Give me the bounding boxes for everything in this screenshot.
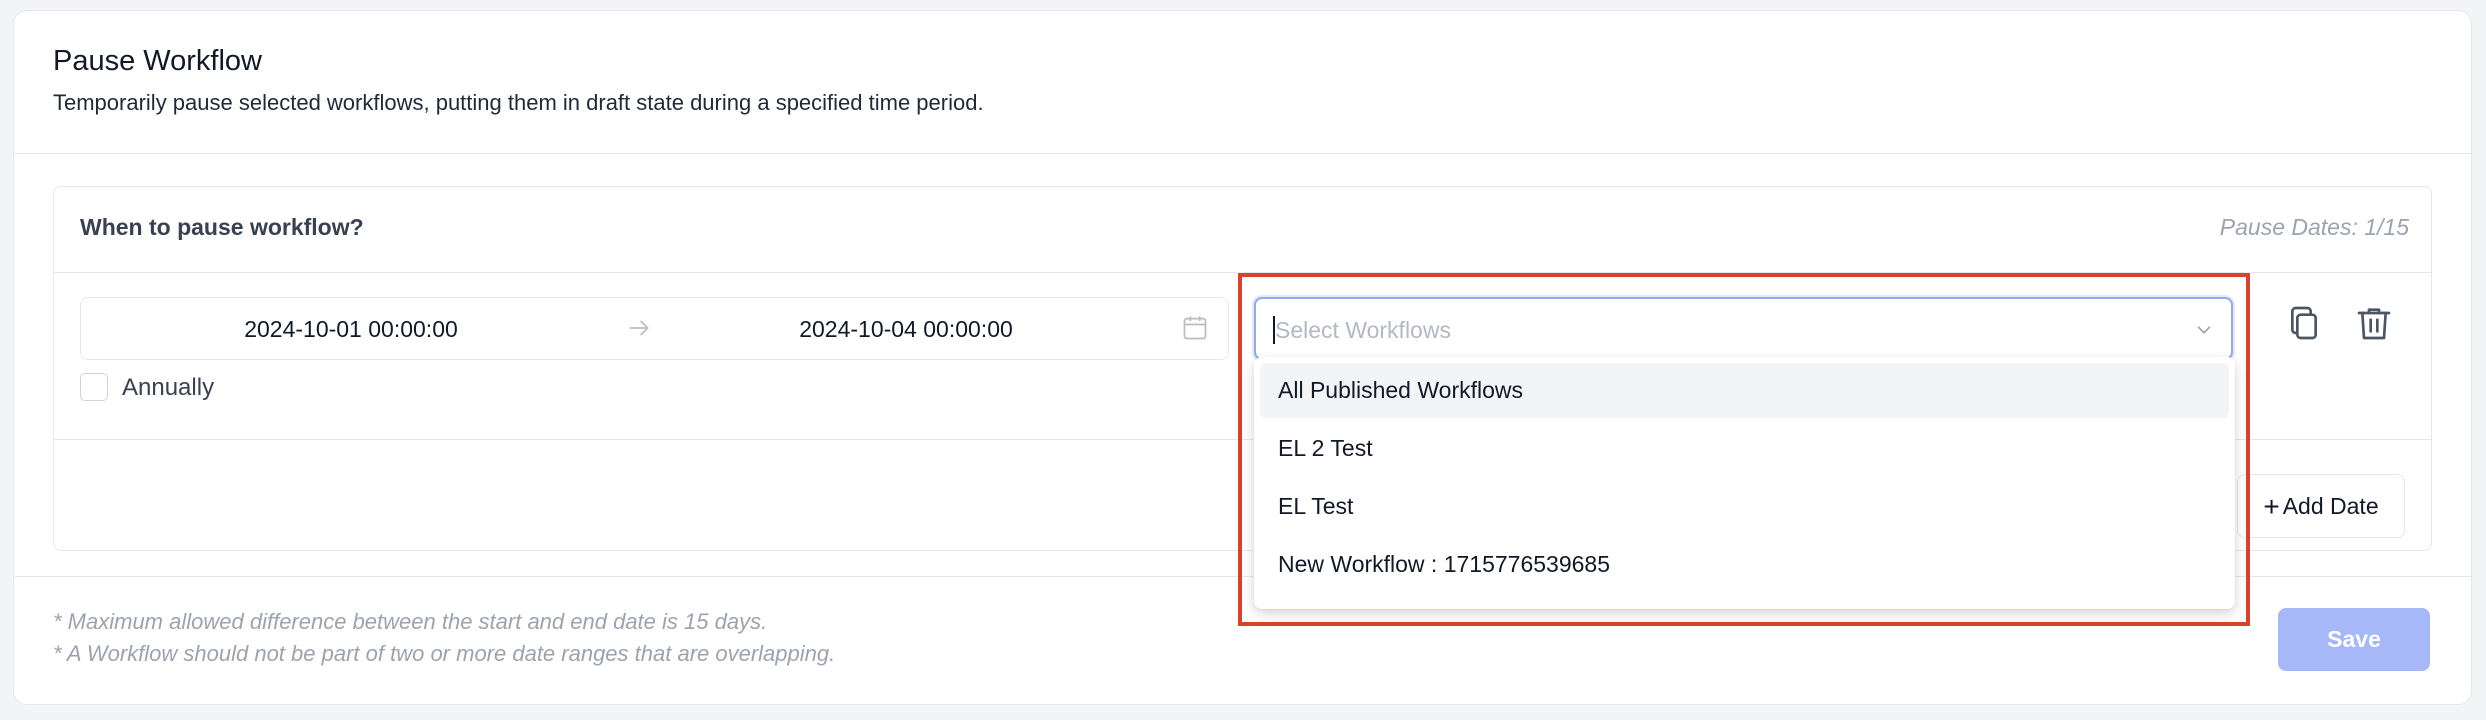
workflow-select-placeholder: Select Workflows [1275,317,1451,343]
annually-label: Annually [122,374,215,401]
workflow-option-all-published[interactable]: All Published Workflows [1260,363,2229,418]
calendar-icon [1183,316,1207,340]
section-title: When to pause workflow? [80,214,364,240]
note-no-overlap: * A Workflow should not be part of two o… [53,641,836,666]
workflow-option-el-2-test[interactable]: EL 2 Test [1260,421,2229,476]
trash-icon[interactable] [2354,303,2394,343]
annually-checkbox[interactable] [80,373,108,401]
plus-icon: + [2263,491,2280,522]
pause-dates-count: Pause Dates: 1/15 [2219,214,2409,240]
workflow-select[interactable]: Select Workflows [1254,297,2233,360]
start-date[interactable]: 2024-10-01 00:00:00 [81,316,621,343]
workflow-dropdown-menu: All Published Workflows EL 2 Test EL Tes… [1254,357,2235,609]
end-date[interactable]: 2024-10-04 00:00:00 [651,316,1161,343]
chevron-down-icon[interactable] [2193,319,2215,341]
date-range-picker[interactable]: 2024-10-01 00:00:00 2024-10-04 00:00:00 [80,297,1229,360]
note-max-difference: * Maximum allowed difference between the… [53,609,768,634]
page-title: Pause Workflow [53,45,262,77]
workflow-option-el-test[interactable]: EL Test [1260,479,2229,534]
page-subtitle: Temporarily pause selected workflows, pu… [53,90,984,115]
add-date-button[interactable]: + Add Date [2237,474,2405,538]
copy-icon[interactable] [2284,303,2324,343]
workflow-option-new-workflow[interactable]: New Workflow : 1715776539685 [1260,537,2229,592]
card-header: Pause Workflow Temporarily pause selecte… [14,11,2471,154]
section-header: When to pause workflow? Pause Dates: 1/1… [54,187,2431,273]
save-button[interactable]: Save [2278,608,2430,671]
arrow-right-icon [629,320,649,336]
add-date-label: Add Date [2282,493,2379,519]
